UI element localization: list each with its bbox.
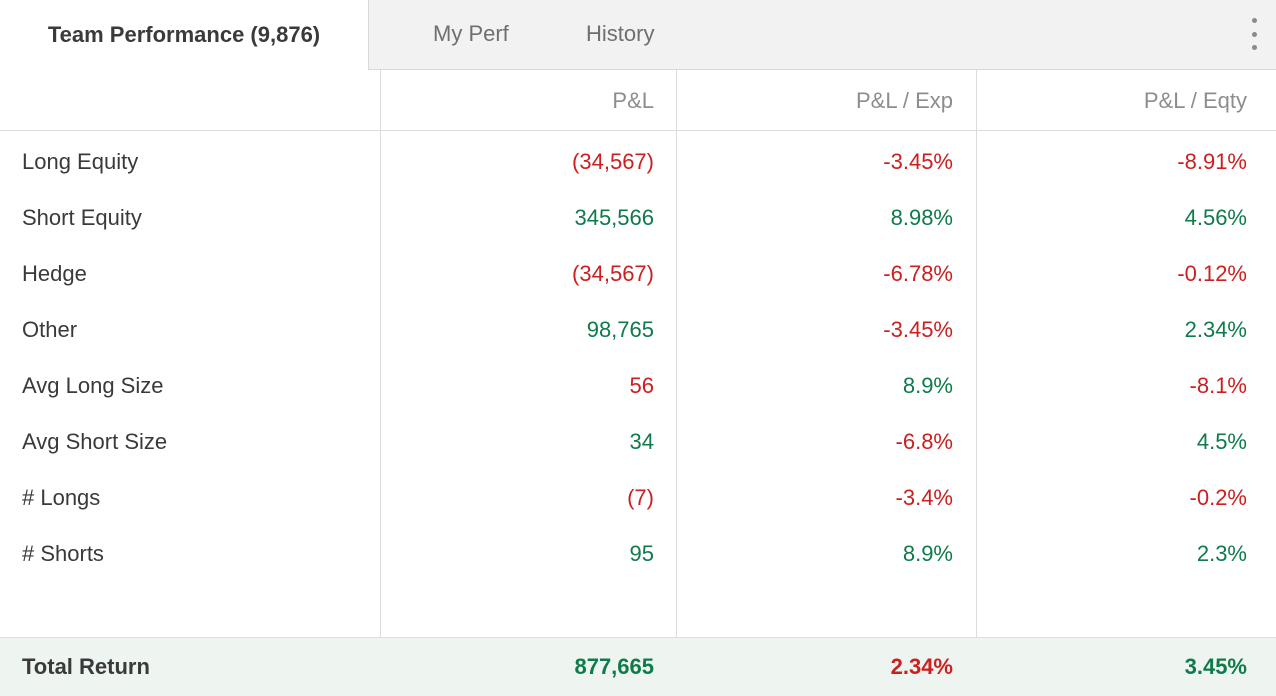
tab-my-perf-label: My Perf — [433, 21, 509, 46]
tab-history-label: History — [586, 21, 655, 46]
cell-pnl-eqty: 2.34% — [1184, 317, 1247, 342]
cell-pnl-exp: 8.9% — [902, 373, 953, 398]
column-header-pnl-eqty-label: P&L / Eqty — [1143, 87, 1247, 113]
cell-pnl: (7) — [627, 485, 654, 510]
tab-team-performance[interactable]: Team Performance (9,876) — [0, 0, 369, 70]
cell-pnl-exp: -6.78% — [883, 261, 953, 286]
cell-pnl-eqty: 4.56% — [1184, 205, 1247, 230]
row-label: Avg Long Size — [22, 373, 164, 398]
column-header-pnl-eqty[interactable]: P&L / Eqty — [977, 70, 1276, 131]
tab-bar: Team Performance (9,876) My Perf History — [0, 0, 1276, 70]
table-row[interactable]: Short Equity 345,566 8.98% 4.56% — [0, 190, 1276, 246]
table-row[interactable]: Avg Long Size 56 8.9% -8.1% — [0, 358, 1276, 414]
tab-my-perf[interactable]: My Perf — [433, 0, 509, 68]
cell-pnl: 98,765 — [586, 317, 654, 342]
table-row[interactable]: Avg Short Size 34 -6.8% 4.5% — [0, 414, 1276, 470]
total-pnl: 877,665 — [574, 653, 654, 679]
cell-pnl-eqty: -0.2% — [1189, 485, 1247, 510]
cell-pnl-exp: 8.98% — [890, 205, 953, 230]
kebab-dot — [1251, 45, 1257, 50]
kebab-dot — [1251, 31, 1257, 37]
total-row[interactable]: Total Return 877,665 2.34% 3.45% — [0, 637, 1276, 696]
cell-pnl-eqty: -0.12% — [1177, 261, 1247, 286]
tab-team-performance-label: Team Performance (9,876) — [47, 22, 321, 47]
column-header-pnl-label: P&L — [612, 87, 654, 113]
row-label: Hedge — [22, 261, 87, 286]
tab-history[interactable]: History — [586, 0, 654, 68]
cell-pnl: (34,567) — [572, 261, 654, 286]
table-row[interactable]: Long Equity (34,567) -3.45% -8.91% — [0, 134, 1276, 190]
kebab-dot — [1251, 18, 1257, 23]
column-header-pnl[interactable]: P&L — [381, 70, 677, 131]
table-row[interactable]: # Longs (7) -3.4% -0.2% — [0, 470, 1276, 526]
table-row[interactable]: Other 98,765 -3.45% 2.34% — [0, 302, 1276, 358]
cell-pnl-exp: -6.8% — [895, 429, 953, 454]
cell-pnl: (34,567) — [572, 149, 654, 174]
cell-pnl-exp: -3.45% — [883, 149, 953, 174]
table-row[interactable]: # Shorts 95 8.9% 2.3% — [0, 526, 1276, 582]
total-pnl-exp: 2.34% — [890, 653, 953, 679]
row-label: Avg Short Size — [22, 429, 168, 454]
total-label: Total Return — [22, 653, 150, 679]
team-performance-widget: Team Performance (9,876) My Perf History… — [0, 0, 1276, 696]
cell-pnl-eqty: 2.3% — [1196, 541, 1247, 566]
row-label: # Shorts — [22, 541, 104, 566]
cell-pnl-eqty: -8.1% — [1189, 373, 1247, 398]
cell-pnl: 345,566 — [574, 205, 654, 230]
cell-pnl: 56 — [629, 373, 654, 398]
total-pnl-eqty: 3.45% — [1184, 653, 1247, 679]
cell-pnl-eqty: -8.91% — [1177, 149, 1247, 174]
cell-pnl: 95 — [629, 541, 654, 566]
row-label: Other — [22, 317, 78, 342]
cell-pnl: 34 — [629, 429, 654, 454]
cell-pnl-eqty: 4.5% — [1196, 429, 1247, 454]
column-header-pnl-exp-label: P&L / Exp — [855, 87, 953, 113]
table-row[interactable]: Hedge (34,567) -6.78% -0.12% — [0, 246, 1276, 302]
row-label: # Longs — [22, 485, 101, 510]
cell-pnl-exp: -3.4% — [895, 485, 953, 510]
row-label: Short Equity — [22, 205, 142, 230]
row-label: Long Equity — [22, 149, 139, 174]
kebab-menu-icon[interactable] — [1246, 18, 1262, 50]
cell-pnl-exp: 8.9% — [902, 541, 953, 566]
cell-pnl-exp: -3.45% — [883, 317, 953, 342]
column-header-pnl-exp[interactable]: P&L / Exp — [677, 70, 977, 131]
